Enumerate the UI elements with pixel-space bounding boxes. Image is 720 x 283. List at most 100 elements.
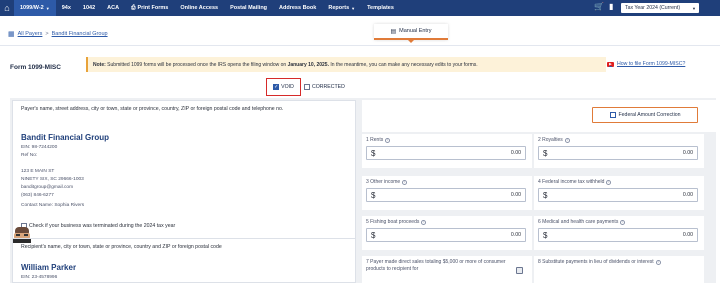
currency-symbol: $: [543, 148, 548, 158]
chevron-down-icon: ▼: [692, 5, 696, 11]
info-icon[interactable]: i: [402, 179, 408, 185]
fishing-boat-input[interactable]: $0.00: [366, 228, 526, 242]
info-icon[interactable]: i: [606, 179, 612, 185]
note-tail: In the meantime, you can make any necess…: [330, 61, 478, 68]
info-icon[interactable]: i: [655, 259, 661, 265]
corrected-checkbox[interactable]: CORRECTED: [304, 84, 345, 90]
terminated-checkbox[interactable]: Check if your business was terminated du…: [21, 223, 175, 229]
recipient-name: William Parker: [21, 263, 77, 272]
box-3-other-income: 3 Other income i $0.00: [362, 176, 532, 210]
direct-sales-checkbox[interactable]: [516, 267, 523, 274]
checkbox-checked-icon: ✓: [273, 84, 280, 90]
nav-item-1099-w2[interactable]: 1099/W-2 ▼: [14, 0, 56, 16]
button-label: Federal Amount Correction: [618, 112, 681, 118]
info-icon[interactable]: i: [421, 219, 427, 225]
void-label: VOID: [281, 84, 294, 90]
currency-symbol: $: [371, 190, 376, 200]
box-1-rents: 1 Rents i $0.00: [362, 134, 532, 168]
note-text: Submitted 1099 forms will be processed o…: [107, 61, 287, 68]
form-title: Form 1099-MISC: [10, 64, 61, 71]
printer-icon: ⎙: [131, 4, 136, 11]
chevron-down-icon: ▼: [351, 5, 356, 11]
payer-panel: Payer's name, street address, city or to…: [12, 100, 356, 283]
tax-year-value: Tax Year 2024 (Current): [625, 5, 681, 11]
box-label-text: 3 Other income: [366, 179, 401, 185]
nav-item-print-forms[interactable]: ⎙ Print Forms: [125, 0, 174, 16]
nav-item-label: Reports: [328, 5, 350, 11]
breadcrumb-separator: >: [45, 31, 49, 37]
info-icon[interactable]: i: [620, 219, 626, 225]
box-6-medical: 6 Medical and health care payments i $0.0…: [534, 216, 704, 250]
checkbox-icon: [609, 112, 616, 118]
amount-value: 0.00: [682, 232, 693, 238]
box-label-text: 1 Rents: [366, 137, 384, 143]
nav-item-reports[interactable]: Reports ▼: [322, 0, 361, 16]
nav-item-label: Print Forms: [137, 5, 169, 11]
box-label: 8 Substitute payments in lieu of dividen…: [538, 259, 661, 265]
amount-value: 0.00: [682, 192, 693, 198]
box-4-federal-withheld: 4 Federal income tax withheld i $0.00: [534, 176, 704, 210]
top-nav: ⌂ 1099/W-2 ▼ 94x 1042 ACA ⎙ Print Forms On…: [0, 0, 720, 16]
royalties-input[interactable]: $0.00: [538, 146, 698, 160]
howto-link-text: How to file Form 1099-MISC?: [617, 61, 686, 67]
divider: [0, 45, 720, 46]
federal-amount-correction-button[interactable]: Federal Amount Correction: [592, 107, 698, 123]
info-icon[interactable]: i: [385, 137, 391, 143]
box-2-royalties: 2 Royalties i $0.00: [534, 134, 704, 168]
note-date: January 10, 2025.: [287, 61, 329, 68]
currency-symbol: $: [543, 230, 548, 240]
medical-input[interactable]: $0.00: [538, 228, 698, 242]
breadcrumb: ▦ All Payers > Bandit Financial Group: [8, 30, 108, 38]
tab-label: Manual Entry: [399, 28, 432, 34]
info-icon[interactable]: i: [564, 137, 570, 143]
box-label-text: 7 Payer made direct sales totaling $5,00…: [366, 259, 506, 272]
nav-item-1042[interactable]: 1042: [77, 0, 101, 16]
box-label: 7 Payer made direct sales totaling $5,00…: [366, 259, 511, 272]
howto-link[interactable]: ▶ How to file Form 1099-MISC?: [607, 61, 685, 67]
checkbox-icon: [304, 84, 310, 90]
box-7-direct-sales: 7 Payer made direct sales totaling $5,00…: [362, 256, 532, 283]
note-label: Note:: [93, 61, 106, 68]
breadcrumb-current-payer[interactable]: Bandit Financial Group: [52, 31, 108, 37]
recipient-caption: Recipient's name, city or town, state or…: [21, 244, 222, 250]
nav-item-templates[interactable]: Templates: [361, 0, 400, 16]
currency-symbol: $: [543, 190, 548, 200]
amount-value: 0.00: [510, 192, 521, 198]
amount-value: 0.00: [682, 150, 693, 156]
tax-year-select[interactable]: Tax Year 2024 (Current) ▼: [621, 3, 699, 13]
recipient-ein: EIN: 23-4578996: [21, 275, 58, 280]
box-8-substitute-payments: 8 Substitute payments in lieu of dividen…: [534, 256, 704, 283]
terminated-label: Check if your business was terminated du…: [29, 223, 176, 229]
box-label-text: 2 Royalties: [538, 137, 563, 143]
payer-name: Bandit Financial Group: [21, 133, 110, 142]
filing-note: Note: Submitted 1099 forms will be proce…: [86, 57, 606, 72]
nav-item-address-book[interactable]: Address Book: [273, 0, 322, 16]
box-label-text: 4 Federal income tax withheld: [538, 179, 605, 185]
federal-withheld-input[interactable]: $0.00: [538, 188, 698, 202]
currency-symbol: $: [371, 148, 376, 158]
box-label: 5 Fishing boat proceeds i: [366, 219, 427, 225]
box-label-text: 6 Medical and health care payments: [538, 219, 619, 225]
other-income-input[interactable]: $0.00: [366, 188, 526, 202]
box-label: 4 Federal income tax withheld i: [538, 179, 612, 185]
box-label: 2 Royalties i: [538, 137, 570, 143]
nav-item-94x[interactable]: 94x: [56, 0, 77, 16]
breadcrumb-all-payers[interactable]: All Payers: [18, 31, 43, 37]
payer-caption: Payer's name, street address, city or to…: [21, 106, 284, 112]
payer-contact: Contact Name: Sophia Rivers: [21, 203, 85, 208]
youtube-icon: ▶: [607, 61, 614, 67]
payer-address1: 123 E MAIN ST: [21, 169, 55, 174]
rents-input[interactable]: $0.00: [366, 146, 526, 160]
void-checkbox[interactable]: ✓ VOID: [266, 78, 301, 96]
bell-icon[interactable]: ▮: [609, 2, 613, 11]
nav-item-aca[interactable]: ACA: [101, 0, 125, 16]
home-icon[interactable]: ⌂: [0, 0, 14, 16]
cart-icon[interactable]: 🛒: [594, 2, 604, 11]
payer-ref: Ref No:: [21, 153, 38, 158]
nav-item-postal-mailing[interactable]: Postal Mailing: [224, 0, 273, 16]
nav-item-online-access[interactable]: Online Access: [174, 0, 224, 16]
payer-address2: NINETY SIX, SC 29666-1003: [21, 177, 84, 182]
payer-phone: (063) 846-6277: [21, 193, 54, 198]
payer-email: banditgroup@gmail.com: [21, 185, 74, 190]
tab-manual-entry[interactable]: ▤ Manual Entry: [374, 24, 448, 40]
